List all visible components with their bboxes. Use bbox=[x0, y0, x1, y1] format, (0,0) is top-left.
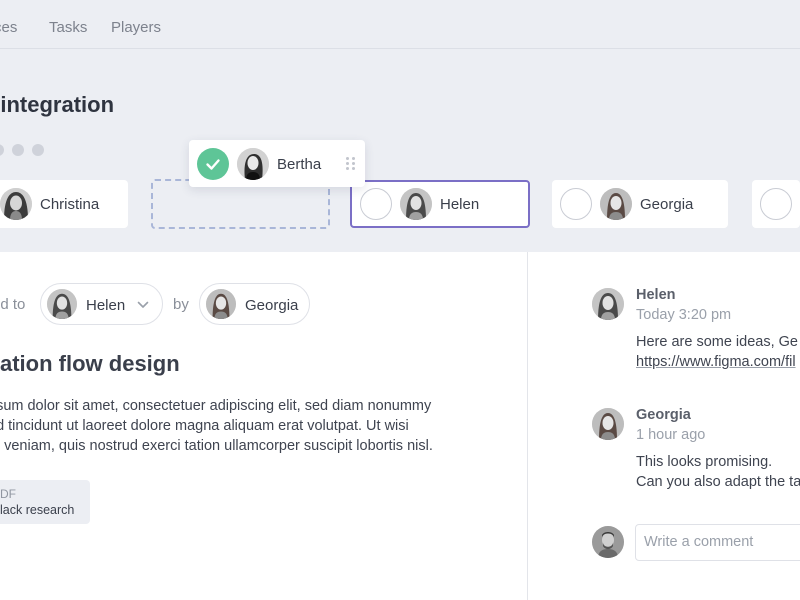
player-name: Helen bbox=[440, 196, 480, 213]
select-circle[interactable] bbox=[360, 188, 392, 220]
task-title: gration flow design bbox=[0, 351, 180, 376]
task-description: psum dolor sit amet, consectetuer adipis… bbox=[0, 396, 433, 456]
column-divider bbox=[527, 252, 528, 600]
chevron-down-icon bbox=[137, 301, 149, 308]
attachment-file[interactable]: DF lack research bbox=[0, 480, 90, 524]
comment-author: Georgia bbox=[636, 407, 691, 423]
avatar bbox=[400, 188, 432, 220]
description-line: psum dolor sit amet, consectetuer adipis… bbox=[0, 398, 432, 414]
assigned-to-label: ed to bbox=[0, 296, 26, 313]
attachment-name: lack research bbox=[0, 503, 75, 517]
step-dot bbox=[12, 144, 24, 156]
nav-item-places[interactable]: ces bbox=[0, 19, 17, 36]
step-dot bbox=[0, 144, 4, 156]
page-title: k integration bbox=[0, 92, 115, 117]
check-icon bbox=[206, 159, 220, 170]
top-nav: ces Tasks Players bbox=[0, 0, 800, 49]
player-name: Bertha bbox=[277, 156, 322, 173]
player-card-helen[interactable]: Helen bbox=[350, 180, 530, 228]
step-dot bbox=[32, 144, 44, 156]
comment-time: Today 3:20 pm bbox=[636, 307, 732, 323]
current-user-avatar bbox=[592, 526, 624, 558]
select-circle[interactable] bbox=[760, 188, 792, 220]
comment-author: Helen bbox=[636, 287, 676, 303]
by-label: by bbox=[173, 296, 189, 313]
assigner-name: Georgia bbox=[245, 297, 299, 314]
comment-text: This looks promising. bbox=[636, 454, 773, 470]
assignee-select[interactable]: Helen bbox=[40, 283, 163, 325]
step-dots bbox=[0, 144, 44, 156]
comment-text: Can you also adapt the ta bbox=[636, 474, 800, 490]
avatar bbox=[237, 148, 269, 180]
comment-text: Here are some ideas, Ge bbox=[636, 334, 798, 350]
avatar bbox=[47, 289, 77, 319]
comment-link[interactable]: https://www.figma.com/fil bbox=[636, 352, 796, 372]
attachment-type: DF bbox=[0, 487, 16, 501]
avatar bbox=[206, 289, 236, 319]
player-card-christina[interactable]: Christina bbox=[0, 180, 128, 228]
drag-handle-icon[interactable] bbox=[346, 157, 356, 171]
nav-item-players[interactable]: Players bbox=[111, 19, 161, 36]
avatar bbox=[592, 408, 624, 440]
player-name: Christina bbox=[40, 196, 100, 213]
done-circle[interactable] bbox=[197, 148, 229, 180]
assignee-name: Helen bbox=[86, 297, 126, 314]
player-card-georgia[interactable]: Georgia bbox=[552, 180, 728, 228]
assigner-chip[interactable]: Georgia bbox=[199, 283, 310, 325]
avatar bbox=[600, 188, 632, 220]
description-line: od tincidunt ut laoreet dolore magna ali… bbox=[0, 418, 409, 434]
comment-time: 1 hour ago bbox=[636, 427, 706, 443]
dragging-player-card[interactable]: Bertha bbox=[189, 140, 365, 187]
avatar bbox=[592, 288, 624, 320]
avatar bbox=[0, 188, 32, 220]
player-card-partial[interactable] bbox=[752, 180, 800, 228]
player-name: Georgia bbox=[640, 196, 694, 213]
description-line: m veniam, quis nostrud exerci tation ull… bbox=[0, 438, 433, 454]
select-circle[interactable] bbox=[560, 188, 592, 220]
comment-input-box[interactable] bbox=[635, 524, 800, 561]
comment-input[interactable] bbox=[644, 534, 800, 550]
nav-item-tasks[interactable]: Tasks bbox=[49, 19, 87, 36]
